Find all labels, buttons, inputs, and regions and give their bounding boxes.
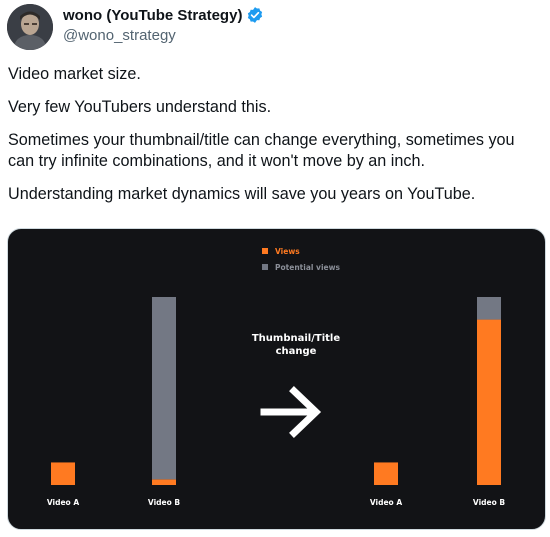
market-size-chart: Views Potential views Video A Video B Video … (47, 247, 506, 507)
legend-swatch (262, 264, 268, 270)
tweet-paragraph: Video market size. (8, 65, 141, 83)
legend-label: Potential views (275, 263, 341, 272)
bar-views (477, 319, 501, 485)
x-tick-label: Video B (148, 498, 180, 507)
annotation-text: change (276, 346, 317, 357)
x-tick-label: Video A (370, 498, 402, 507)
annotation-text: Thumbnail/Title (252, 333, 340, 344)
x-tick-label: Video A (47, 498, 79, 507)
tweet-media-image[interactable]: Views Potential views Video A Video B Video … (7, 228, 546, 530)
tweet-text: Video market size. Very few YouTubers un… (8, 64, 544, 217)
tweet-paragraph: Understanding market dynamics will save … (8, 185, 476, 203)
bar-views (374, 462, 398, 485)
verified-badge-icon (246, 6, 264, 24)
tweet-paragraph: Sometimes your thumbnail/title can chang… (8, 131, 515, 170)
bar-views (51, 462, 75, 485)
author-name-row[interactable]: wono (YouTube Strategy) (63, 6, 264, 24)
author-handle[interactable]: @wono_strategy (63, 27, 176, 44)
bar-views (152, 479, 176, 485)
bar-potential-views (477, 297, 501, 320)
avatar[interactable] (7, 4, 53, 50)
legend-label: Views (275, 247, 300, 256)
arrow-right-icon (260, 386, 322, 438)
tweet-paragraph: Very few YouTubers understand this. (8, 98, 272, 116)
tweet[interactable]: wono (YouTube Strategy) @wono_strategy V… (0, 0, 550, 537)
legend-swatch (262, 248, 268, 254)
x-tick-label: Video B (473, 498, 505, 507)
profile-photo (7, 4, 53, 50)
author-display-name[interactable]: wono (YouTube Strategy) (63, 7, 242, 24)
bar-potential-views (152, 297, 176, 480)
